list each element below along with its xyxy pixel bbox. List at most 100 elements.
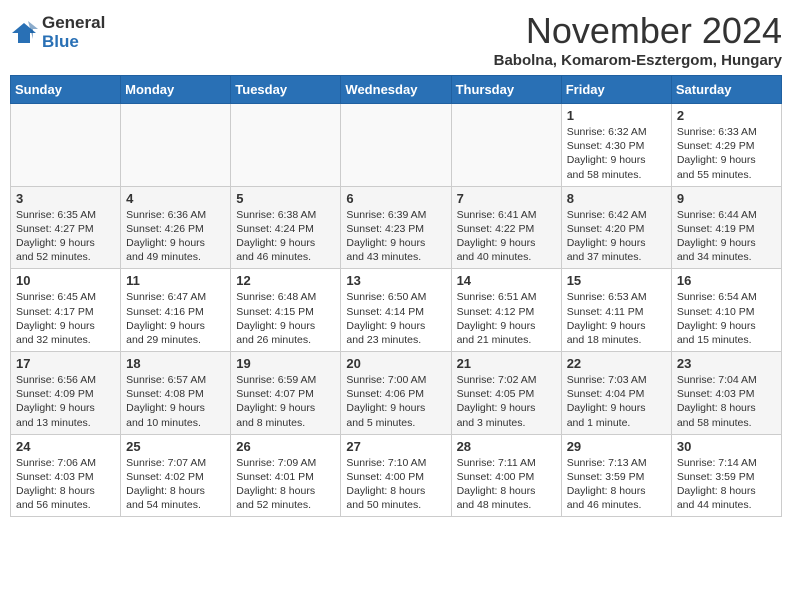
day-number: 14 bbox=[457, 273, 556, 288]
calendar-cell: 26 Sunrise: 7:09 AM Sunset: 4:01 PM Dayli… bbox=[231, 434, 341, 517]
day-number: 22 bbox=[567, 356, 666, 371]
day-number: 16 bbox=[677, 273, 776, 288]
logo: General Blue bbox=[10, 14, 105, 51]
day-number: 4 bbox=[126, 191, 225, 206]
day-info: Sunrise: 7:03 AM Sunset: 4:04 PM Dayligh… bbox=[567, 373, 666, 430]
day-info: Sunrise: 6:38 AM Sunset: 4:24 PM Dayligh… bbox=[236, 208, 335, 265]
day-info: Sunrise: 6:56 AM Sunset: 4:09 PM Dayligh… bbox=[16, 373, 115, 430]
calendar-week-5: 24 Sunrise: 7:06 AM Sunset: 4:03 PM Dayli… bbox=[11, 434, 782, 517]
calendar-table: SundayMondayTuesdayWednesdayThursdayFrid… bbox=[10, 75, 782, 517]
day-info: Sunrise: 6:41 AM Sunset: 4:22 PM Dayligh… bbox=[457, 208, 556, 265]
page-header: General Blue November 2024 Babolna, Koma… bbox=[10, 10, 782, 69]
day-number: 11 bbox=[126, 273, 225, 288]
day-number: 20 bbox=[346, 356, 445, 371]
weekday-header-tuesday: Tuesday bbox=[231, 76, 341, 104]
day-number: 27 bbox=[346, 439, 445, 454]
calendar-cell: 27 Sunrise: 7:10 AM Sunset: 4:00 PM Dayli… bbox=[341, 434, 451, 517]
day-number: 6 bbox=[346, 191, 445, 206]
calendar-cell: 1Sunrise: 6:32 AM Sunset: 4:30 PM Daylig… bbox=[561, 104, 671, 187]
day-info: Sunrise: 6:44 AM Sunset: 4:19 PM Dayligh… bbox=[677, 208, 776, 265]
day-number: 9 bbox=[677, 191, 776, 206]
day-info: Sunrise: 6:39 AM Sunset: 4:23 PM Dayligh… bbox=[346, 208, 445, 265]
calendar-cell: 15Sunrise: 6:53 AM Sunset: 4:11 PM Dayli… bbox=[561, 269, 671, 352]
day-number: 8 bbox=[567, 191, 666, 206]
calendar-cell: 7 Sunrise: 6:41 AM Sunset: 4:22 PM Daylig… bbox=[451, 186, 561, 269]
day-number: 3 bbox=[16, 191, 115, 206]
day-info: Sunrise: 6:42 AM Sunset: 4:20 PM Dayligh… bbox=[567, 208, 666, 265]
calendar-cell: 21Sunrise: 7:02 AM Sunset: 4:05 PM Dayli… bbox=[451, 352, 561, 435]
day-info: Sunrise: 6:47 AM Sunset: 4:16 PM Dayligh… bbox=[126, 290, 225, 347]
weekday-header-sunday: Sunday bbox=[11, 76, 121, 104]
calendar-cell: 10 Sunrise: 6:45 AM Sunset: 4:17 PM Dayli… bbox=[11, 269, 121, 352]
day-number: 5 bbox=[236, 191, 335, 206]
calendar-cell: 12 Sunrise: 6:48 AM Sunset: 4:15 PM Dayli… bbox=[231, 269, 341, 352]
calendar-week-4: 17Sunrise: 6:56 AM Sunset: 4:09 PM Dayli… bbox=[11, 352, 782, 435]
day-number: 19 bbox=[236, 356, 335, 371]
day-number: 12 bbox=[236, 273, 335, 288]
calendar-cell bbox=[231, 104, 341, 187]
calendar-cell: 19 Sunrise: 6:59 AM Sunset: 4:07 PM Dayli… bbox=[231, 352, 341, 435]
day-info: Sunrise: 7:10 AM Sunset: 4:00 PM Dayligh… bbox=[346, 456, 445, 513]
day-number: 18 bbox=[126, 356, 225, 371]
weekday-header-row: SundayMondayTuesdayWednesdayThursdayFrid… bbox=[11, 76, 782, 104]
day-number: 2 bbox=[677, 108, 776, 123]
day-info: Sunrise: 6:33 AM Sunset: 4:29 PM Dayligh… bbox=[677, 125, 776, 182]
calendar-cell: 8 Sunrise: 6:42 AM Sunset: 4:20 PM Daylig… bbox=[561, 186, 671, 269]
day-info: Sunrise: 6:35 AM Sunset: 4:27 PM Dayligh… bbox=[16, 208, 115, 265]
calendar-cell: 24 Sunrise: 7:06 AM Sunset: 4:03 PM Dayli… bbox=[11, 434, 121, 517]
day-info: Sunrise: 6:51 AM Sunset: 4:12 PM Dayligh… bbox=[457, 290, 556, 347]
weekday-header-wednesday: Wednesday bbox=[341, 76, 451, 104]
day-number: 28 bbox=[457, 439, 556, 454]
calendar-cell: 6 Sunrise: 6:39 AM Sunset: 4:23 PM Daylig… bbox=[341, 186, 451, 269]
day-info: Sunrise: 6:48 AM Sunset: 4:15 PM Dayligh… bbox=[236, 290, 335, 347]
calendar-cell bbox=[121, 104, 231, 187]
calendar-cell: 5 Sunrise: 6:38 AM Sunset: 4:24 PM Daylig… bbox=[231, 186, 341, 269]
weekday-header-thursday: Thursday bbox=[451, 76, 561, 104]
calendar-cell: 23 Sunrise: 7:04 AM Sunset: 4:03 PM Dayli… bbox=[671, 352, 781, 435]
calendar-cell bbox=[451, 104, 561, 187]
day-number: 13 bbox=[346, 273, 445, 288]
weekday-header-saturday: Saturday bbox=[671, 76, 781, 104]
day-number: 7 bbox=[457, 191, 556, 206]
calendar-cell: 29Sunrise: 7:13 AM Sunset: 3:59 PM Dayli… bbox=[561, 434, 671, 517]
calendar-week-1: 1Sunrise: 6:32 AM Sunset: 4:30 PM Daylig… bbox=[11, 104, 782, 187]
calendar-cell: 28 Sunrise: 7:11 AM Sunset: 4:00 PM Dayli… bbox=[451, 434, 561, 517]
day-info: Sunrise: 7:00 AM Sunset: 4:06 PM Dayligh… bbox=[346, 373, 445, 430]
calendar-cell: 9 Sunrise: 6:44 AM Sunset: 4:19 PM Daylig… bbox=[671, 186, 781, 269]
day-number: 24 bbox=[16, 439, 115, 454]
day-info: Sunrise: 7:07 AM Sunset: 4:02 PM Dayligh… bbox=[126, 456, 225, 513]
calendar-cell: 20 Sunrise: 7:00 AM Sunset: 4:06 PM Dayli… bbox=[341, 352, 451, 435]
day-info: Sunrise: 6:57 AM Sunset: 4:08 PM Dayligh… bbox=[126, 373, 225, 430]
day-info: Sunrise: 7:13 AM Sunset: 3:59 PM Dayligh… bbox=[567, 456, 666, 513]
title-block: November 2024 Babolna, Komarom-Esztergom… bbox=[494, 10, 782, 69]
day-number: 25 bbox=[126, 439, 225, 454]
day-info: Sunrise: 6:36 AM Sunset: 4:26 PM Dayligh… bbox=[126, 208, 225, 265]
location-subtitle: Babolna, Komarom-Esztergom, Hungary bbox=[494, 52, 782, 69]
day-number: 10 bbox=[16, 273, 115, 288]
calendar-cell: 25 Sunrise: 7:07 AM Sunset: 4:02 PM Dayli… bbox=[121, 434, 231, 517]
day-info: Sunrise: 7:02 AM Sunset: 4:05 PM Dayligh… bbox=[457, 373, 556, 430]
calendar-week-3: 10 Sunrise: 6:45 AM Sunset: 4:17 PM Dayli… bbox=[11, 269, 782, 352]
day-info: Sunrise: 7:09 AM Sunset: 4:01 PM Dayligh… bbox=[236, 456, 335, 513]
day-info: Sunrise: 7:14 AM Sunset: 3:59 PM Dayligh… bbox=[677, 456, 776, 513]
day-info: Sunrise: 7:11 AM Sunset: 4:00 PM Dayligh… bbox=[457, 456, 556, 513]
calendar-cell: 4 Sunrise: 6:36 AM Sunset: 4:26 PM Daylig… bbox=[121, 186, 231, 269]
calendar-week-2: 3 Sunrise: 6:35 AM Sunset: 4:27 PM Daylig… bbox=[11, 186, 782, 269]
calendar-cell: 30Sunrise: 7:14 AM Sunset: 3:59 PM Dayli… bbox=[671, 434, 781, 517]
calendar-cell: 22 Sunrise: 7:03 AM Sunset: 4:04 PM Dayli… bbox=[561, 352, 671, 435]
month-title: November 2024 bbox=[494, 10, 782, 52]
calendar-cell: 2 Sunrise: 6:33 AM Sunset: 4:29 PM Daylig… bbox=[671, 104, 781, 187]
calendar-cell: 16 Sunrise: 6:54 AM Sunset: 4:10 PM Dayli… bbox=[671, 269, 781, 352]
day-info: Sunrise: 6:45 AM Sunset: 4:17 PM Dayligh… bbox=[16, 290, 115, 347]
calendar-cell: 13Sunrise: 6:50 AM Sunset: 4:14 PM Dayli… bbox=[341, 269, 451, 352]
calendar-cell bbox=[341, 104, 451, 187]
day-info: Sunrise: 6:54 AM Sunset: 4:10 PM Dayligh… bbox=[677, 290, 776, 347]
day-info: Sunrise: 7:04 AM Sunset: 4:03 PM Dayligh… bbox=[677, 373, 776, 430]
day-number: 26 bbox=[236, 439, 335, 454]
day-info: Sunrise: 7:06 AM Sunset: 4:03 PM Dayligh… bbox=[16, 456, 115, 513]
day-info: Sunrise: 6:53 AM Sunset: 4:11 PM Dayligh… bbox=[567, 290, 666, 347]
day-info: Sunrise: 6:59 AM Sunset: 4:07 PM Dayligh… bbox=[236, 373, 335, 430]
day-number: 23 bbox=[677, 356, 776, 371]
calendar-cell: 14 Sunrise: 6:51 AM Sunset: 4:12 PM Dayli… bbox=[451, 269, 561, 352]
calendar-cell: 3 Sunrise: 6:35 AM Sunset: 4:27 PM Daylig… bbox=[11, 186, 121, 269]
